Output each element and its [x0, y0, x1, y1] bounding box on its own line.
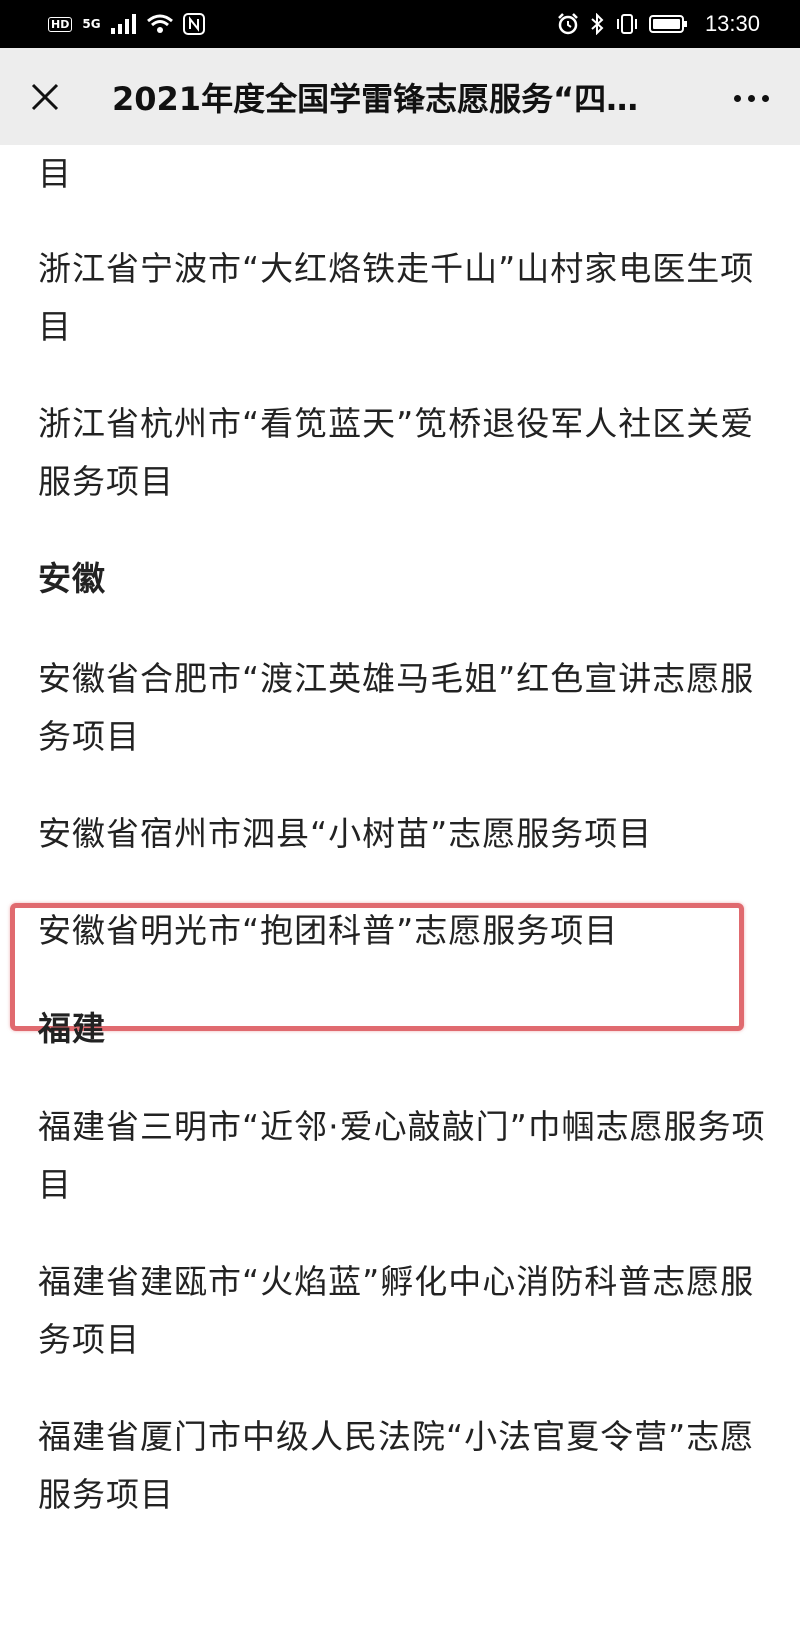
- status-right: 13:30: [557, 11, 760, 37]
- hd-badge: HD: [48, 16, 73, 32]
- close-icon: [31, 83, 59, 111]
- list-item: 福建省三明市“近邻·爱心敲敲门”巾帼志愿服务项目: [38, 1107, 766, 1204]
- list-item: 安徽省宿州市泗县“小树苗”志愿服务项目: [38, 814, 653, 853]
- status-left: HD 5G: [48, 13, 205, 35]
- status-bar: HD 5G 13:30: [0, 0, 800, 48]
- page-title: 2021年度全国学雷锋志愿服务“四…: [112, 79, 639, 118]
- signal-icon: [110, 14, 137, 34]
- list-item: 浙江省杭州市“看笕蓝天”笕桥退役军人社区关爱服务项目: [38, 404, 755, 501]
- network-label: 5G: [82, 17, 101, 31]
- wifi-icon: [146, 14, 173, 34]
- article-content[interactable]: 目 浙江省宁波市“大红烙铁走千山”山村家电医生项目 浙江省杭州市“看笕蓝天”笕桥…: [0, 145, 800, 1632]
- list-item: 福建省厦门市中级人民法院“小法官夏令营”志愿服务项目: [38, 1417, 755, 1514]
- section-heading-anhui: 安徽: [38, 559, 106, 598]
- paragraph-fragment: 目: [38, 154, 72, 193]
- alarm-icon: [557, 13, 579, 35]
- bluetooth-icon: [589, 13, 605, 35]
- more-icon-dot: [733, 94, 741, 102]
- clock-time: 13:30: [704, 11, 760, 36]
- section-heading-fujian: 福建: [38, 1009, 106, 1048]
- more-icon-dot: [761, 94, 769, 102]
- list-item: 福建省建瓯市“火焰蓝”孵化中心消防科普志愿服务项目: [38, 1262, 755, 1359]
- list-item: 安徽省合肥市“渡江英雄马毛姐”红色宣讲志愿服务项目: [38, 659, 755, 756]
- battery-icon: [648, 13, 689, 35]
- more-options-button[interactable]: [726, 78, 776, 118]
- list-item: 浙江省宁波市“大红烙铁走千山”山村家电医生项目: [38, 249, 755, 346]
- close-button[interactable]: [22, 74, 68, 120]
- nav-bar: 2021年度全国学雷锋志愿服务“四…: [0, 48, 800, 145]
- vibrate-icon: [615, 13, 639, 35]
- more-icon-dot: [747, 94, 755, 102]
- nfc-icon: [182, 13, 205, 35]
